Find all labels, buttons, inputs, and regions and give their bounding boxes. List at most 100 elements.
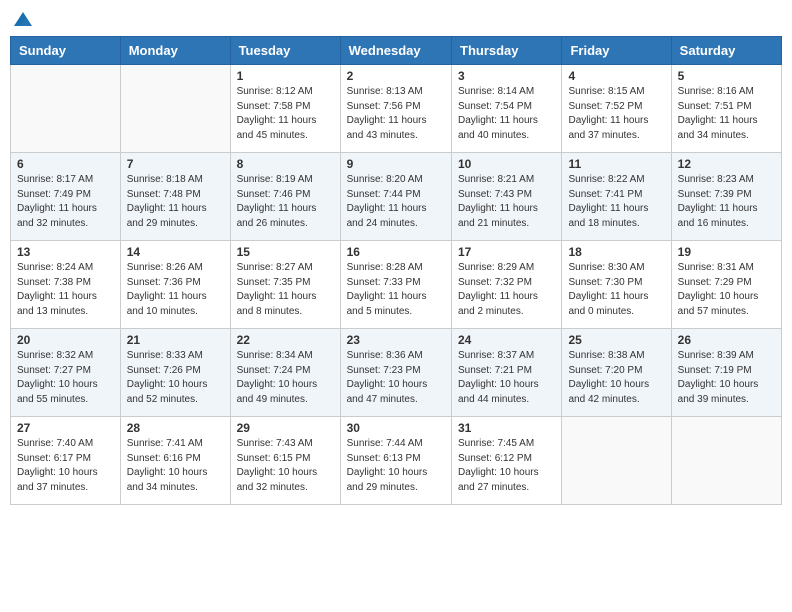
day-cell: [11, 65, 121, 153]
logo: [10, 10, 34, 28]
day-info: Sunrise: 8:33 AM Sunset: 7:26 PM Dayligh…: [127, 349, 224, 407]
day-number: 14: [127, 245, 224, 259]
day-cell: 17 Sunrise: 8:29 AM Sunset: 7:32 PM Dayli…: [452, 241, 562, 329]
day-info: Sunrise: 8:17 AM Sunset: 7:49 PM Dayligh…: [17, 173, 114, 231]
day-info: Sunrise: 8:22 AM Sunset: 7:41 PM Dayligh…: [568, 173, 664, 231]
day-info: Sunrise: 7:43 AM Sunset: 6:15 PM Dayligh…: [237, 437, 334, 495]
day-number: 15: [237, 245, 334, 259]
day-info: Sunrise: 8:28 AM Sunset: 7:33 PM Dayligh…: [347, 261, 445, 319]
week-row-5: 27Sunrise: 7:40 AM Sunset: 6:17 PM Dayli…: [11, 417, 782, 505]
day-number: 7: [127, 157, 224, 171]
day-cell: 24Sunrise: 8:37 AM Sunset: 7:21 PM Dayli…: [452, 329, 562, 417]
day-info: Sunrise: 8:27 AM Sunset: 7:35 PM Dayligh…: [237, 261, 334, 319]
day-info: Sunrise: 8:38 AM Sunset: 7:20 PM Dayligh…: [568, 349, 664, 407]
day-number: 6: [17, 157, 114, 171]
weekday-header-tuesday: Tuesday: [230, 37, 340, 65]
day-cell: [120, 65, 230, 153]
weekday-header-monday: Monday: [120, 37, 230, 65]
day-number: 17: [458, 245, 555, 259]
day-cell: 12 Sunrise: 8:23 AM Sunset: 7:39 PM Dayli…: [671, 153, 781, 241]
day-cell: [562, 417, 671, 505]
day-info: Sunrise: 7:44 AM Sunset: 6:13 PM Dayligh…: [347, 437, 445, 495]
day-cell: 14 Sunrise: 8:26 AM Sunset: 7:36 PM Dayli…: [120, 241, 230, 329]
day-cell: 23 Sunrise: 8:36 AM Sunset: 7:23 PM Dayli…: [340, 329, 451, 417]
day-info: Sunrise: 8:13 AM Sunset: 7:56 PM Dayligh…: [347, 85, 445, 143]
week-row-2: 6 Sunrise: 8:17 AM Sunset: 7:49 PM Daylig…: [11, 153, 782, 241]
page-header: [10, 10, 782, 28]
day-cell: 3 Sunrise: 8:14 AM Sunset: 7:54 PM Daylig…: [452, 65, 562, 153]
day-cell: 20Sunrise: 8:32 AM Sunset: 7:27 PM Dayli…: [11, 329, 121, 417]
day-info: Sunrise: 8:15 AM Sunset: 7:52 PM Dayligh…: [568, 85, 664, 143]
day-info: Sunrise: 8:21 AM Sunset: 7:43 PM Dayligh…: [458, 173, 555, 231]
day-info: Sunrise: 8:31 AM Sunset: 7:29 PM Dayligh…: [678, 261, 775, 319]
day-info: Sunrise: 8:39 AM Sunset: 7:19 PM Dayligh…: [678, 349, 775, 407]
week-row-1: 1 Sunrise: 8:12 AM Sunset: 7:58 PM Daylig…: [11, 65, 782, 153]
weekday-header-wednesday: Wednesday: [340, 37, 451, 65]
day-info: Sunrise: 8:14 AM Sunset: 7:54 PM Dayligh…: [458, 85, 555, 143]
day-cell: 5Sunrise: 8:16 AM Sunset: 7:51 PM Daylig…: [671, 65, 781, 153]
day-info: Sunrise: 8:36 AM Sunset: 7:23 PM Dayligh…: [347, 349, 445, 407]
day-cell: 9Sunrise: 8:20 AM Sunset: 7:44 PM Daylig…: [340, 153, 451, 241]
day-number: 28: [127, 421, 224, 435]
day-number: 1: [237, 69, 334, 83]
day-cell: 30 Sunrise: 7:44 AM Sunset: 6:13 PM Dayli…: [340, 417, 451, 505]
day-info: Sunrise: 8:12 AM Sunset: 7:58 PM Dayligh…: [237, 85, 334, 143]
day-cell: 10 Sunrise: 8:21 AM Sunset: 7:43 PM Dayli…: [452, 153, 562, 241]
day-cell: 15 Sunrise: 8:27 AM Sunset: 7:35 PM Dayli…: [230, 241, 340, 329]
day-cell: 16 Sunrise: 8:28 AM Sunset: 7:33 PM Dayli…: [340, 241, 451, 329]
day-number: 29: [237, 421, 334, 435]
weekday-header-row: SundayMondayTuesdayWednesdayThursdayFrid…: [11, 37, 782, 65]
day-number: 2: [347, 69, 445, 83]
day-cell: 6 Sunrise: 8:17 AM Sunset: 7:49 PM Daylig…: [11, 153, 121, 241]
weekday-header-sunday: Sunday: [11, 37, 121, 65]
day-info: Sunrise: 8:19 AM Sunset: 7:46 PM Dayligh…: [237, 173, 334, 231]
day-number: 3: [458, 69, 555, 83]
day-info: Sunrise: 8:30 AM Sunset: 7:30 PM Dayligh…: [568, 261, 664, 319]
day-number: 11: [568, 157, 664, 171]
day-number: 19: [678, 245, 775, 259]
day-number: 26: [678, 333, 775, 347]
day-cell: 21 Sunrise: 8:33 AM Sunset: 7:26 PM Dayli…: [120, 329, 230, 417]
day-cell: 1 Sunrise: 8:12 AM Sunset: 7:58 PM Daylig…: [230, 65, 340, 153]
day-info: Sunrise: 7:41 AM Sunset: 6:16 PM Dayligh…: [127, 437, 224, 495]
day-number: 4: [568, 69, 664, 83]
day-number: 8: [237, 157, 334, 171]
week-row-4: 20Sunrise: 8:32 AM Sunset: 7:27 PM Dayli…: [11, 329, 782, 417]
day-cell: 7Sunrise: 8:18 AM Sunset: 7:48 PM Daylig…: [120, 153, 230, 241]
day-cell: 27Sunrise: 7:40 AM Sunset: 6:17 PM Dayli…: [11, 417, 121, 505]
day-cell: 26 Sunrise: 8:39 AM Sunset: 7:19 PM Dayli…: [671, 329, 781, 417]
day-cell: 13Sunrise: 8:24 AM Sunset: 7:38 PM Dayli…: [11, 241, 121, 329]
logo-icon: [12, 10, 34, 28]
day-cell: 11 Sunrise: 8:22 AM Sunset: 7:41 PM Dayli…: [562, 153, 671, 241]
day-number: 10: [458, 157, 555, 171]
day-number: 22: [237, 333, 334, 347]
day-info: Sunrise: 8:23 AM Sunset: 7:39 PM Dayligh…: [678, 173, 775, 231]
day-info: Sunrise: 8:29 AM Sunset: 7:32 PM Dayligh…: [458, 261, 555, 319]
day-number: 24: [458, 333, 555, 347]
day-cell: 25Sunrise: 8:38 AM Sunset: 7:20 PM Dayli…: [562, 329, 671, 417]
weekday-header-thursday: Thursday: [452, 37, 562, 65]
day-info: Sunrise: 8:20 AM Sunset: 7:44 PM Dayligh…: [347, 173, 445, 231]
day-cell: 29 Sunrise: 7:43 AM Sunset: 6:15 PM Dayli…: [230, 417, 340, 505]
day-info: Sunrise: 8:32 AM Sunset: 7:27 PM Dayligh…: [17, 349, 114, 407]
day-info: Sunrise: 8:24 AM Sunset: 7:38 PM Dayligh…: [17, 261, 114, 319]
day-number: 12: [678, 157, 775, 171]
day-number: 23: [347, 333, 445, 347]
day-number: 16: [347, 245, 445, 259]
day-info: Sunrise: 8:16 AM Sunset: 7:51 PM Dayligh…: [678, 85, 775, 143]
day-cell: 18 Sunrise: 8:30 AM Sunset: 7:30 PM Dayli…: [562, 241, 671, 329]
day-number: 21: [127, 333, 224, 347]
day-info: Sunrise: 7:40 AM Sunset: 6:17 PM Dayligh…: [17, 437, 114, 495]
week-row-3: 13Sunrise: 8:24 AM Sunset: 7:38 PM Dayli…: [11, 241, 782, 329]
day-number: 30: [347, 421, 445, 435]
day-number: 18: [568, 245, 664, 259]
day-cell: [671, 417, 781, 505]
day-cell: 19 Sunrise: 8:31 AM Sunset: 7:29 PM Dayli…: [671, 241, 781, 329]
day-info: Sunrise: 8:26 AM Sunset: 7:36 PM Dayligh…: [127, 261, 224, 319]
calendar-table: SundayMondayTuesdayWednesdayThursdayFrid…: [10, 36, 782, 505]
weekday-header-friday: Friday: [562, 37, 671, 65]
day-info: Sunrise: 7:45 AM Sunset: 6:12 PM Dayligh…: [458, 437, 555, 495]
day-cell: 22Sunrise: 8:34 AM Sunset: 7:24 PM Dayli…: [230, 329, 340, 417]
day-cell: 8 Sunrise: 8:19 AM Sunset: 7:46 PM Daylig…: [230, 153, 340, 241]
weekday-header-saturday: Saturday: [671, 37, 781, 65]
